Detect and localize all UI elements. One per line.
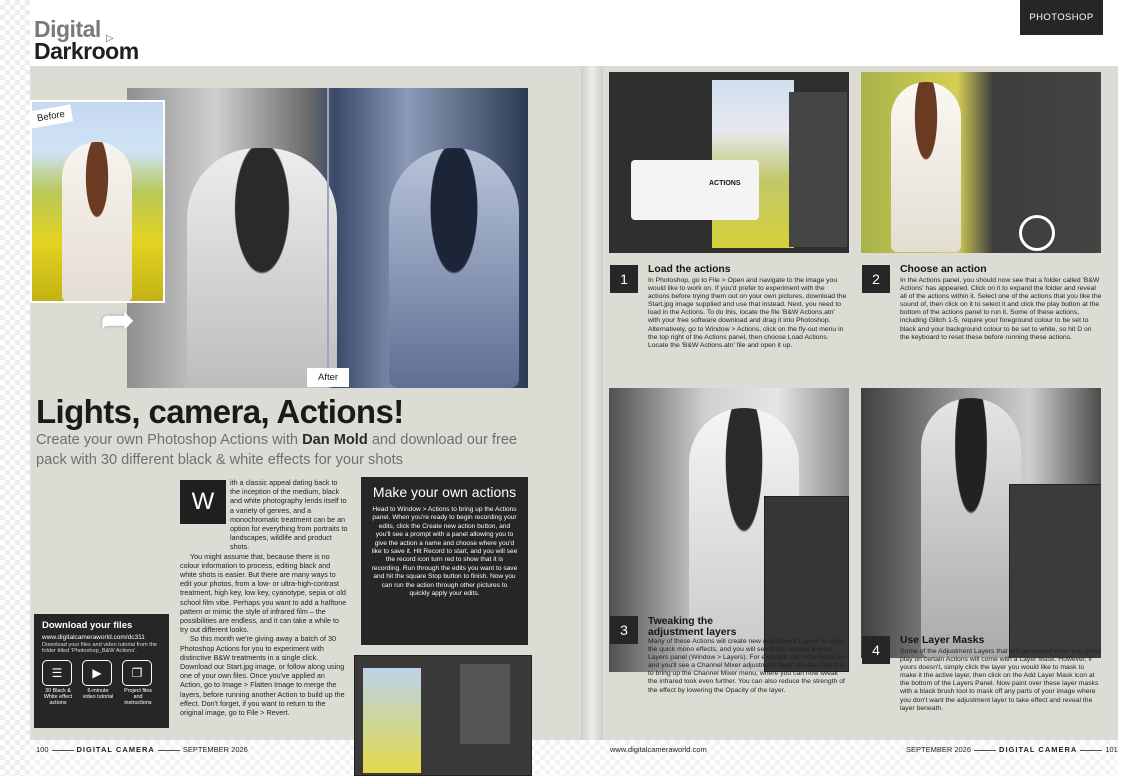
step4-photo-subject <box>921 398 1021 658</box>
make-actions-body: Head to Window > Actions to bring up the… <box>371 506 518 598</box>
right-magazine-name: DIGITAL CAMERA <box>999 745 1078 754</box>
step-number: 2 <box>862 265 890 293</box>
left-page-number: 100 <box>36 745 49 754</box>
right-page-number: 101 <box>1105 745 1118 754</box>
folio-rule <box>51 749 74 751</box>
section-tag: PHOTOSHOP <box>1020 0 1103 35</box>
step-number: 4 <box>862 636 890 664</box>
left-magazine-name: DIGITAL CAMERA <box>76 745 155 754</box>
step4-screenshot <box>861 388 1101 658</box>
after-photo <box>127 88 528 388</box>
step-number: 3 <box>610 616 638 644</box>
thumbnail-panel <box>460 664 510 744</box>
step-body: Many of these Actions will create new Ad… <box>648 638 847 694</box>
standfirst-author: Dan Mold <box>302 432 368 448</box>
folio-rule <box>1080 749 1103 751</box>
play-button-highlight <box>1019 215 1055 251</box>
download-item-label: Project files and instructions <box>124 687 152 706</box>
center-url[interactable]: www.digitalcameraworld.com <box>610 745 707 754</box>
download-icons: ☰ 30 Black & White effect actions ▶ 6-mi… <box>42 659 161 706</box>
page-spine <box>581 66 603 740</box>
step-number: 1 <box>610 265 638 293</box>
body-paragraph-3: So this month we're giving away a batch … <box>180 634 345 718</box>
after-label: After <box>307 368 349 387</box>
layers-panel <box>1009 484 1101 658</box>
drop-cap: W <box>180 480 226 524</box>
after-photo-divider <box>327 88 329 388</box>
make-actions-box: Make your own actions Head to Window > A… <box>361 477 528 645</box>
article-headline: Lights, camera, Actions! <box>36 393 404 430</box>
left-issue-date: SEPTEMBER 2026 <box>182 745 248 754</box>
download-subtext: Download your files and video tutorial f… <box>42 641 158 655</box>
step-title: Load the actions <box>648 264 731 275</box>
sliders-icon: ☰ <box>42 659 72 686</box>
after-photo-subject <box>187 148 337 388</box>
download-item: ❐ Project files and instructions <box>122 659 154 706</box>
step2-screenshot <box>861 72 1101 253</box>
standfirst: Create your own Photoshop Actions with D… <box>36 430 536 470</box>
mouse-cursor-icon: ▷ <box>106 33 114 44</box>
logo-line2: Darkroom <box>34 38 139 64</box>
step-body: In Photoshop, go to File > Open and navi… <box>648 277 847 349</box>
step-body: In the Actions panel, you should now see… <box>900 277 1102 341</box>
logo-line1: Digital <box>34 16 101 42</box>
step-title: Use Layer Masks <box>900 635 985 646</box>
photoshop-screenshot-thumbnail <box>354 655 532 776</box>
folio-rule <box>974 749 997 751</box>
standfirst-pre: Create your own Photoshop Actions with <box>36 432 303 448</box>
download-item-label: 30 Black & White effect actions <box>43 687 73 706</box>
video-icon: ▶ <box>82 659 112 686</box>
download-item: ▶ 6-minute video tutorial <box>82 659 114 706</box>
after-photo-subject-cyanotype <box>389 148 519 388</box>
step2-photo-subject <box>891 82 961 252</box>
body-paragraph-2: You might assume that, because there is … <box>180 551 347 635</box>
folio-rule <box>157 749 180 751</box>
thumbnail-photo <box>363 668 421 773</box>
step1-screenshot: ACTIONS <box>609 72 849 253</box>
step-title: Choose an action <box>900 264 987 275</box>
download-title: Download your files <box>42 620 133 631</box>
before-photo-subject <box>62 142 132 301</box>
actions-file-label: ACTIONS <box>709 180 741 187</box>
before-photo <box>30 100 165 303</box>
curved-arrow-icon: ➦ <box>100 296 136 343</box>
actions-panel <box>789 92 847 247</box>
background-pattern <box>0 0 30 776</box>
step-body: Some of the Adjustment Layers that are g… <box>900 648 1102 712</box>
right-margin <box>1118 0 1137 776</box>
file-dialog <box>631 160 759 220</box>
files-icon: ❐ <box>122 659 152 686</box>
magazine-spread: Digital Darkroom ▷ PHOTOSHOP Before ➦ Af… <box>0 0 1137 776</box>
download-box: Download your files www.digitalcamerawor… <box>34 614 169 728</box>
download-item: ☰ 30 Black & White effect actions <box>42 659 74 706</box>
section-logo: Digital Darkroom <box>34 16 139 64</box>
download-url[interactable]: www.digitalcameraworld.com/dc311 <box>42 634 161 642</box>
step-title: Tweaking the adjustment layers <box>648 616 737 638</box>
make-actions-title: Make your own actions <box>372 484 517 500</box>
left-folio: 100 DIGITAL CAMERA SEPTEMBER 2026 <box>36 745 248 754</box>
right-folio: SEPTEMBER 2026 DIGITAL CAMERA 101 <box>906 745 1118 754</box>
right-issue-date: SEPTEMBER 2026 <box>906 745 972 754</box>
download-item-label: 6-minute video tutorial <box>82 687 114 700</box>
